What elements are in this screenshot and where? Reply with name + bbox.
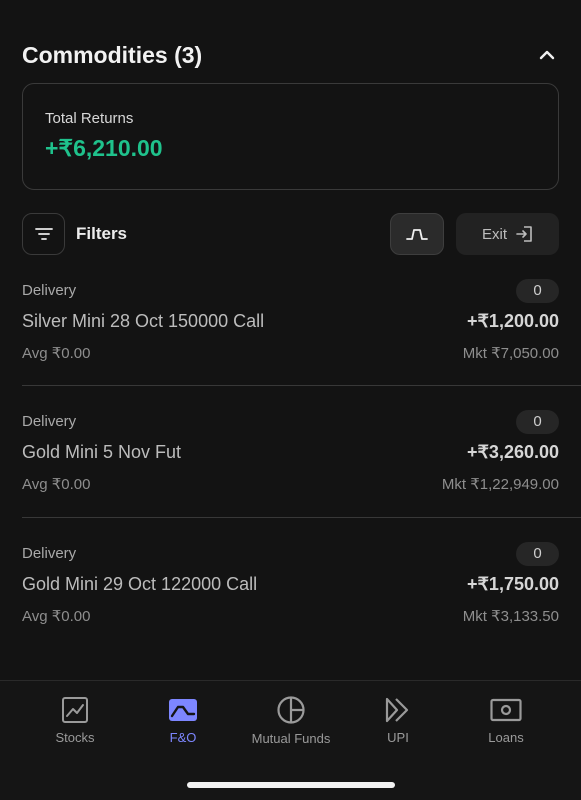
collapse-button[interactable] xyxy=(535,43,559,67)
position-row[interactable]: Delivery 0 Gold Mini 5 Nov Fut +₹3,260.0… xyxy=(22,410,559,523)
filter-button[interactable] xyxy=(22,213,65,255)
banknote-icon xyxy=(490,695,522,724)
section-title: Commodities (3) xyxy=(22,41,203,68)
quantity-badge: 0 xyxy=(516,410,559,434)
contract-name: Silver Mini 28 Oct 150000 Call xyxy=(22,311,265,331)
position-type: Delivery xyxy=(22,282,77,299)
home-indicator[interactable] xyxy=(187,782,395,788)
total-returns-label: Total Returns xyxy=(45,110,134,127)
filter-toolbar: Filters Exit xyxy=(22,213,559,255)
holdings-screen: Commodities (3) Total Returns +₹6,210.00… xyxy=(0,0,581,800)
position-row[interactable]: Delivery 0 Silver Mini 28 Oct 150000 Cal… xyxy=(22,279,559,392)
nav-item-loans[interactable]: Loans xyxy=(451,695,561,745)
stocks-chart-icon xyxy=(61,695,89,724)
market-value: Mkt ₹1,22,949.00 xyxy=(441,476,559,493)
chevron-up-icon xyxy=(539,50,555,60)
avg-price: Avg ₹0.00 xyxy=(22,476,91,493)
nav-label: F&O xyxy=(169,730,197,745)
nav-item-fno[interactable]: F&O xyxy=(128,695,238,745)
contract-name: Gold Mini 29 Oct 122000 Call xyxy=(22,574,258,594)
section-header[interactable]: Commodities (3) xyxy=(22,38,559,72)
position-type: Delivery xyxy=(22,413,77,430)
nav-label: Loans xyxy=(488,730,524,745)
total-returns-card: Total Returns +₹6,210.00 xyxy=(22,83,559,190)
avg-price: Avg ₹0.00 xyxy=(22,345,91,362)
market-value: Mkt ₹7,050.00 xyxy=(462,345,559,362)
divider xyxy=(22,385,581,386)
divider xyxy=(22,517,581,518)
position-type: Delivery xyxy=(22,545,77,562)
position-row[interactable]: Delivery 0 Gold Mini 29 Oct 122000 Call … xyxy=(22,542,559,655)
nav-label: UPI xyxy=(387,730,409,745)
upi-arrows-icon xyxy=(384,695,412,724)
total-returns-value: +₹6,210.00 xyxy=(45,135,163,161)
pnl-value: +₹1,750.00 xyxy=(466,574,559,594)
nav-item-mutual-funds[interactable]: Mutual Funds xyxy=(236,695,346,746)
pie-chart-icon xyxy=(276,695,306,725)
filters-label[interactable]: Filters xyxy=(76,224,127,244)
pulse-chart-icon xyxy=(406,229,428,240)
nav-label: Mutual Funds xyxy=(251,731,331,746)
exit-label: Exit xyxy=(481,225,507,243)
exit-icon xyxy=(516,226,532,242)
nav-item-stocks[interactable]: Stocks xyxy=(20,695,130,745)
pnl-value: +₹3,260.00 xyxy=(466,442,559,462)
chart-toggle-button[interactable] xyxy=(390,213,444,255)
market-value: Mkt ₹3,133.50 xyxy=(462,608,559,625)
nav-label: Stocks xyxy=(55,730,95,745)
avg-price: Avg ₹0.00 xyxy=(22,608,91,625)
quantity-badge: 0 xyxy=(516,279,559,303)
exit-button[interactable]: Exit xyxy=(456,213,559,255)
nav-item-upi[interactable]: UPI xyxy=(343,695,453,745)
quantity-badge: 0 xyxy=(516,542,559,566)
pnl-value: +₹1,200.00 xyxy=(466,311,559,331)
contract-name: Gold Mini 5 Nov Fut xyxy=(22,442,182,462)
filter-icon xyxy=(34,228,53,240)
fno-wave-icon xyxy=(168,695,198,724)
